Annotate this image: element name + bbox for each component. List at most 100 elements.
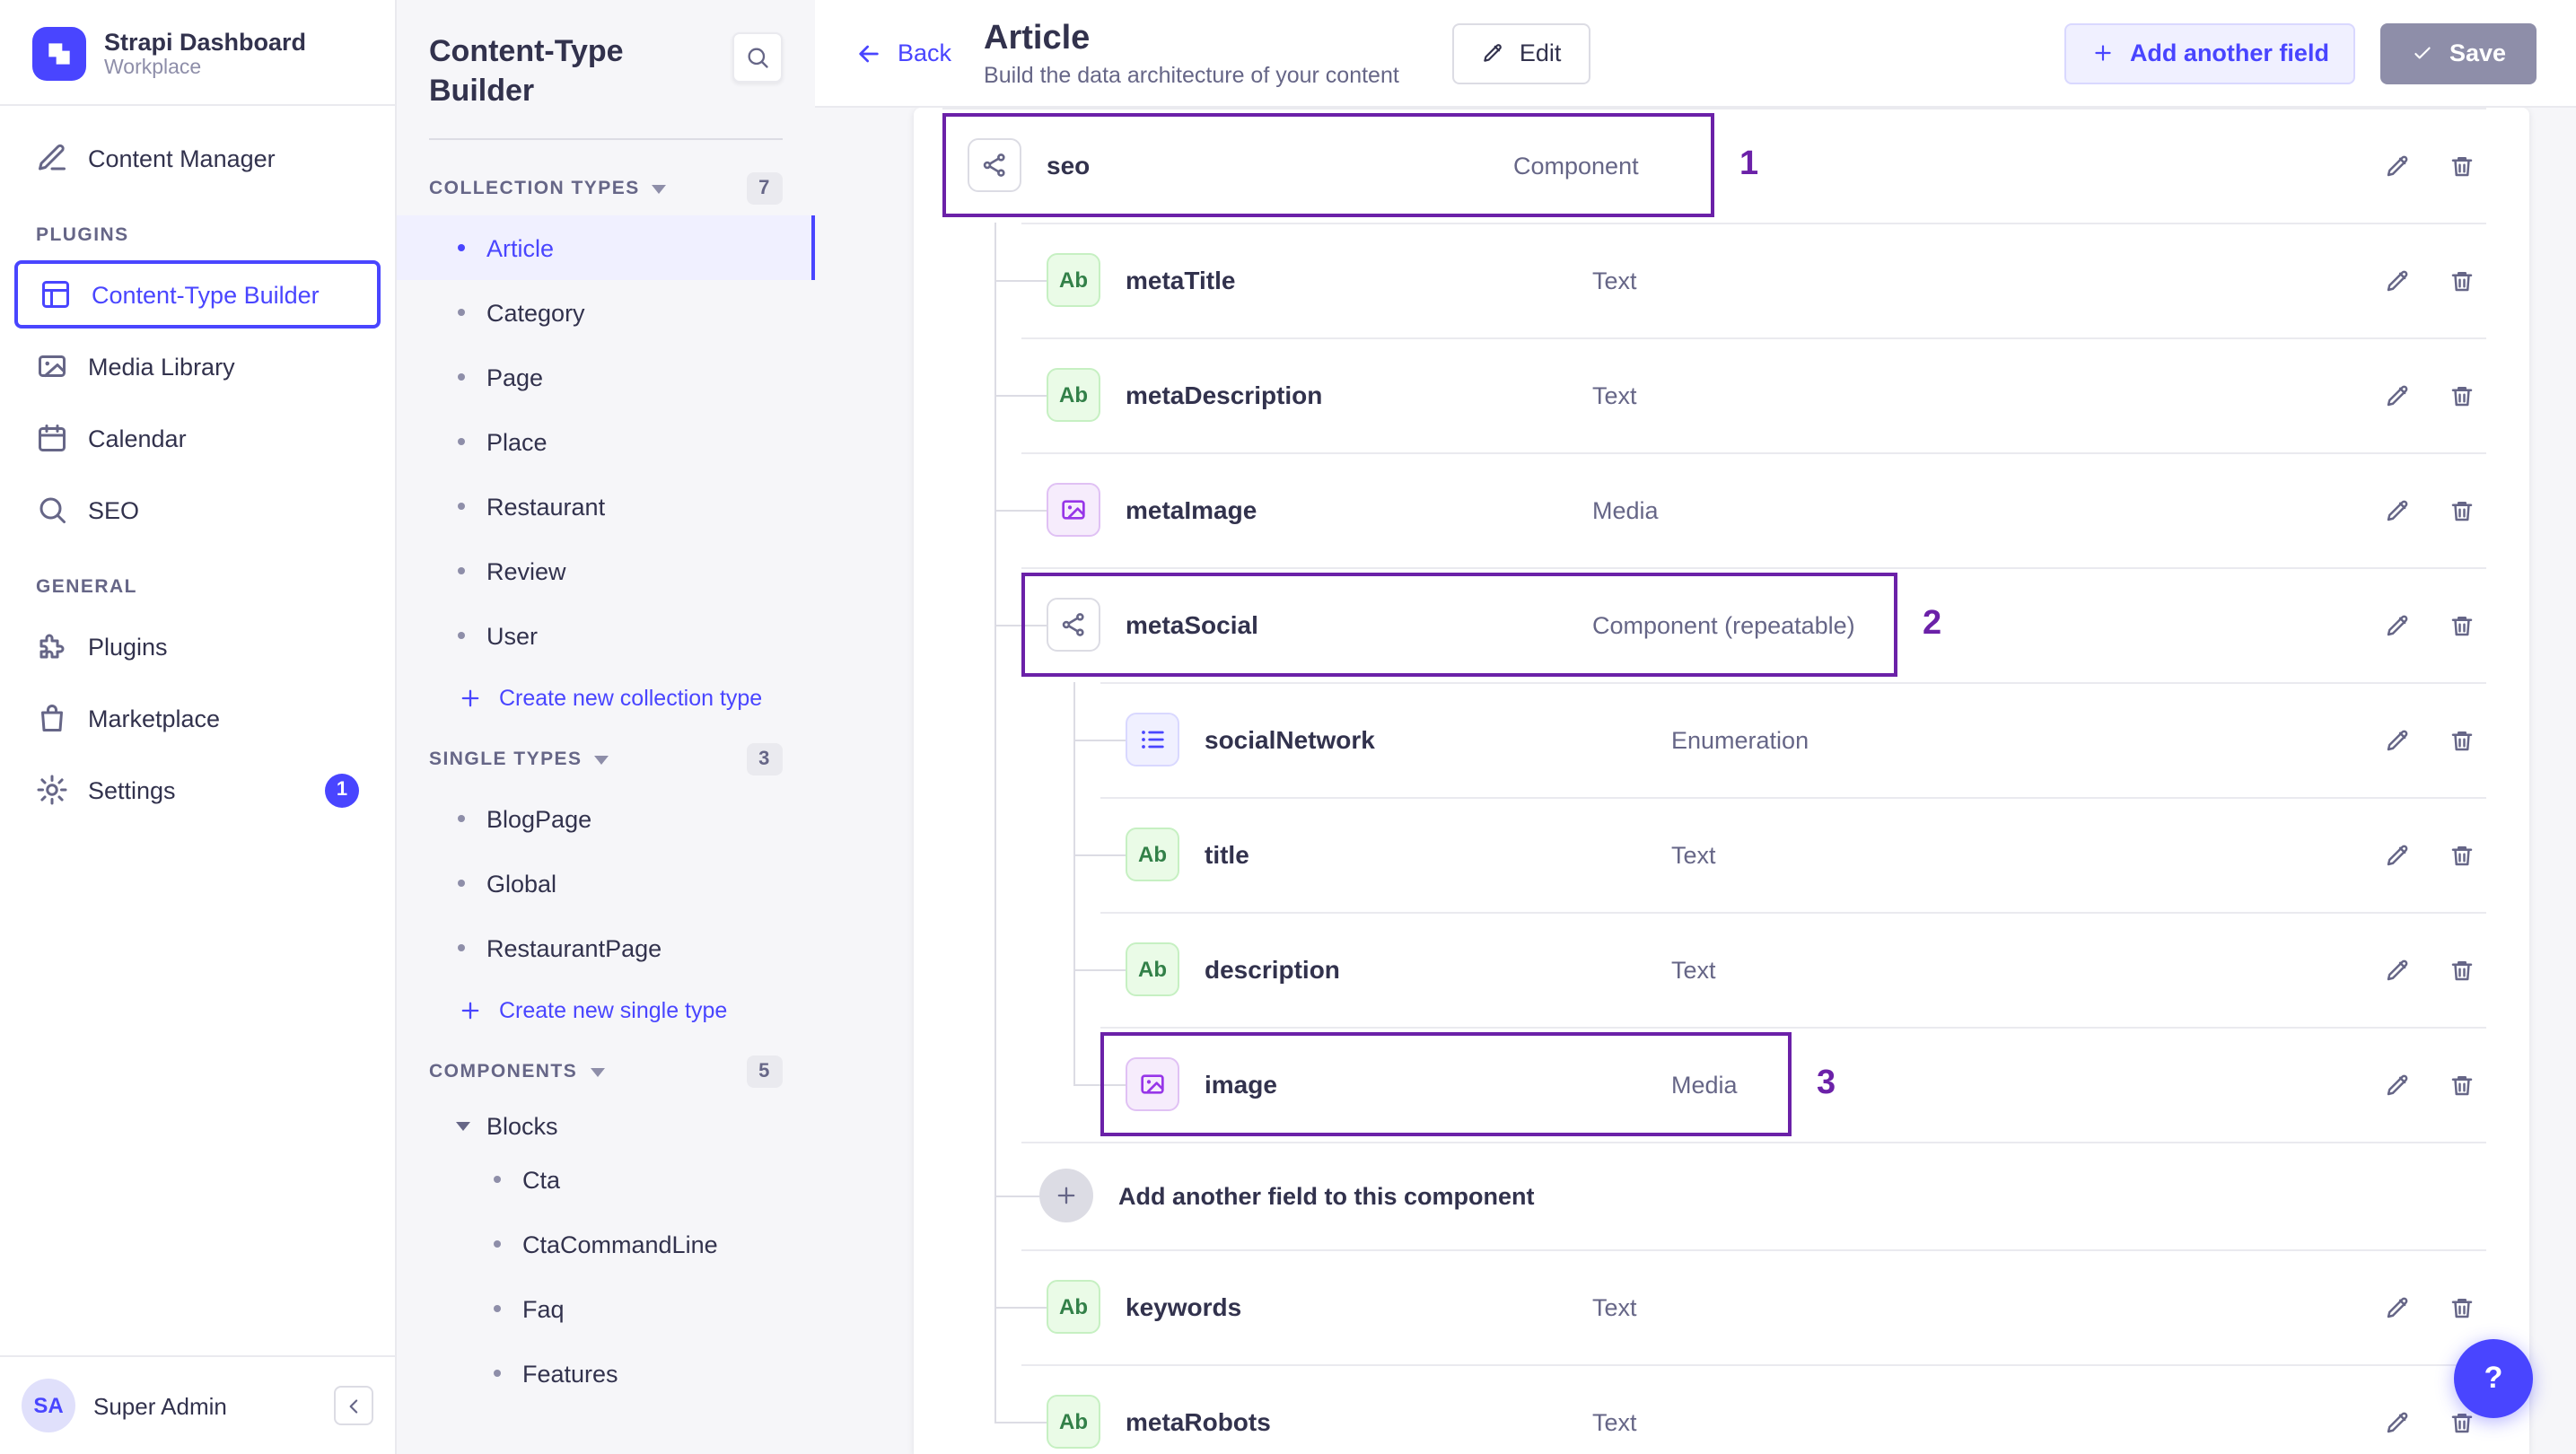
- sidebar-item-features[interactable]: Features: [397, 1341, 815, 1406]
- plus-icon: [1039, 1169, 1093, 1222]
- components-header[interactable]: COMPONENTS 5: [397, 1038, 815, 1099]
- sidebar-item-content-manager[interactable]: Content Manager: [14, 124, 381, 192]
- delete-field-button[interactable]: [2436, 600, 2486, 650]
- chevron-down-icon: [652, 184, 667, 194]
- component-group-blocks[interactable]: Blocks: [397, 1099, 815, 1147]
- collection-types-header[interactable]: COLLECTION TYPES 7: [397, 154, 815, 215]
- nav-item-label: Plugins: [88, 633, 168, 660]
- fields-panel: seo Component 1 Ab metaTitle Text Ab met…: [914, 108, 2529, 1454]
- sidebar-item-content-type-builder[interactable]: Content-Type Builder: [14, 260, 381, 328]
- shopping-bag-icon: [36, 702, 68, 734]
- field-row-metadescription[interactable]: Ab metaDescription Text: [914, 337, 2529, 452]
- field-row-metasocial[interactable]: metaSocial Component (repeatable) 2: [914, 567, 2529, 682]
- sidebar-item-category[interactable]: Category: [397, 280, 815, 345]
- sidebar-item-article[interactable]: Article: [397, 215, 815, 281]
- edit-field-button[interactable]: [2371, 944, 2422, 994]
- edit-field-button[interactable]: [2371, 255, 2422, 305]
- sidebar-item-marketplace[interactable]: Marketplace: [14, 684, 381, 752]
- sidebar-item-seo[interactable]: SEO: [14, 476, 381, 544]
- nav-item-label: SEO: [88, 496, 140, 523]
- ctb-sidebar-title: Content-Type Builder: [429, 34, 624, 109]
- plus-icon: [2092, 41, 2116, 65]
- nav-item-label: Media Library: [88, 353, 235, 380]
- sidebar-item-cta[interactable]: Cta: [397, 1147, 815, 1212]
- field-type: Component (repeatable): [1592, 611, 1855, 638]
- text-field-icon: Ab: [1047, 1395, 1100, 1449]
- field-type: Text: [1592, 267, 1637, 293]
- pencil-icon: [1482, 41, 1505, 65]
- sidebar-item-blogpage[interactable]: BlogPage: [397, 786, 815, 851]
- delete-field-button[interactable]: [2436, 370, 2486, 420]
- field-row-title[interactable]: Ab title Text: [914, 797, 2529, 912]
- enumeration-field-icon: [1126, 713, 1179, 766]
- create-collection-type-link[interactable]: Create new collection type: [397, 668, 815, 725]
- sidebar-item-restaurantpage[interactable]: RestaurantPage: [397, 915, 815, 980]
- plus-icon: [458, 998, 483, 1023]
- edit-field-button[interactable]: [2371, 600, 2422, 650]
- edit-field-button[interactable]: [2371, 485, 2422, 535]
- edit-button[interactable]: Edit: [1452, 22, 1590, 83]
- ctb-sidebar: Content-Type Builder COLLECTION TYPES 7 …: [397, 0, 815, 1454]
- field-row-seo[interactable]: seo Component 1: [914, 108, 2529, 223]
- field-row-keywords[interactable]: Ab keywords Text: [914, 1249, 2529, 1364]
- sidebar-item-settings[interactable]: Settings 1: [14, 756, 381, 824]
- delete-field-button[interactable]: [2436, 1282, 2486, 1332]
- nav-item-label: Calendar: [88, 425, 187, 451]
- caret-down-icon: [456, 1122, 470, 1132]
- edit-field-button[interactable]: [2371, 1282, 2422, 1332]
- add-field-to-component-button[interactable]: Add another field to this component: [914, 1142, 2529, 1249]
- sidebar-item-global[interactable]: Global: [397, 851, 815, 915]
- sidebar-item-user[interactable]: User: [397, 603, 815, 668]
- sidebar-item-plugins[interactable]: Plugins: [14, 612, 381, 680]
- edit-field-button[interactable]: [2371, 140, 2422, 190]
- text-field-icon: Ab: [1047, 1280, 1100, 1334]
- plus-icon: [458, 686, 483, 711]
- create-single-type-link[interactable]: Create new single type: [397, 980, 815, 1038]
- title-block: Article Build the data architecture of y…: [984, 19, 1399, 87]
- field-row-metatitle[interactable]: Ab metaTitle Text: [914, 223, 2529, 337]
- save-button[interactable]: Save: [2380, 22, 2537, 83]
- help-button[interactable]: ?: [2454, 1339, 2533, 1418]
- delete-field-button[interactable]: [2436, 714, 2486, 765]
- app-title: Strapi Dashboard: [104, 29, 307, 56]
- back-button[interactable]: Back: [854, 39, 951, 67]
- chevron-down-icon: [594, 755, 609, 765]
- sidebar-item-ctacommandline[interactable]: CtaCommandLine: [397, 1212, 815, 1276]
- single-types-header[interactable]: SINGLE TYPES 3: [397, 725, 815, 786]
- sidebar-item-calendar[interactable]: Calendar: [14, 404, 381, 472]
- edit-field-button[interactable]: [2371, 714, 2422, 765]
- sidebar-item-page[interactable]: Page: [397, 345, 815, 409]
- field-row-socialnetwork[interactable]: socialNetwork Enumeration: [914, 682, 2529, 797]
- collapse-sidebar-button[interactable]: [334, 1386, 373, 1425]
- field-name: description: [1205, 955, 1340, 984]
- field-type: Text: [1592, 1293, 1637, 1320]
- delete-field-button[interactable]: [2436, 255, 2486, 305]
- main-sidebar: Strapi Dashboard Workplace Content Manag…: [0, 0, 397, 1454]
- pen-icon: [36, 142, 68, 174]
- field-row-description[interactable]: Ab description Text: [914, 912, 2529, 1027]
- field-row-image[interactable]: image Media 3: [914, 1027, 2529, 1142]
- edit-field-button[interactable]: [2371, 829, 2422, 880]
- field-row-metarobots[interactable]: Ab metaRobots Text: [914, 1364, 2529, 1454]
- delete-field-button[interactable]: [2436, 829, 2486, 880]
- sidebar-item-media-library[interactable]: Media Library: [14, 332, 381, 400]
- edit-field-button[interactable]: [2371, 1059, 2422, 1109]
- sidebar-item-faq[interactable]: Faq: [397, 1276, 815, 1341]
- sidebar-item-place[interactable]: Place: [397, 409, 815, 474]
- field-name: title: [1205, 840, 1249, 869]
- add-another-field-button[interactable]: Add another field: [2064, 22, 2356, 83]
- sidebar-item-review[interactable]: Review: [397, 539, 815, 603]
- delete-field-button[interactable]: [2436, 1059, 2486, 1109]
- field-type: Text: [1592, 381, 1637, 408]
- page-title: Article: [984, 19, 1091, 57]
- group-label: SINGLE TYPES: [429, 749, 583, 771]
- delete-field-button[interactable]: [2436, 140, 2486, 190]
- search-button[interactable]: [732, 32, 783, 83]
- edit-field-button[interactable]: [2371, 370, 2422, 420]
- delete-field-button[interactable]: [2436, 485, 2486, 535]
- sidebar-item-restaurant[interactable]: Restaurant: [397, 474, 815, 539]
- edit-field-button[interactable]: [2371, 1397, 2422, 1447]
- field-row-metaimage[interactable]: metaImage Media: [914, 452, 2529, 567]
- delete-field-button[interactable]: [2436, 944, 2486, 994]
- chevron-down-icon: [590, 1067, 605, 1077]
